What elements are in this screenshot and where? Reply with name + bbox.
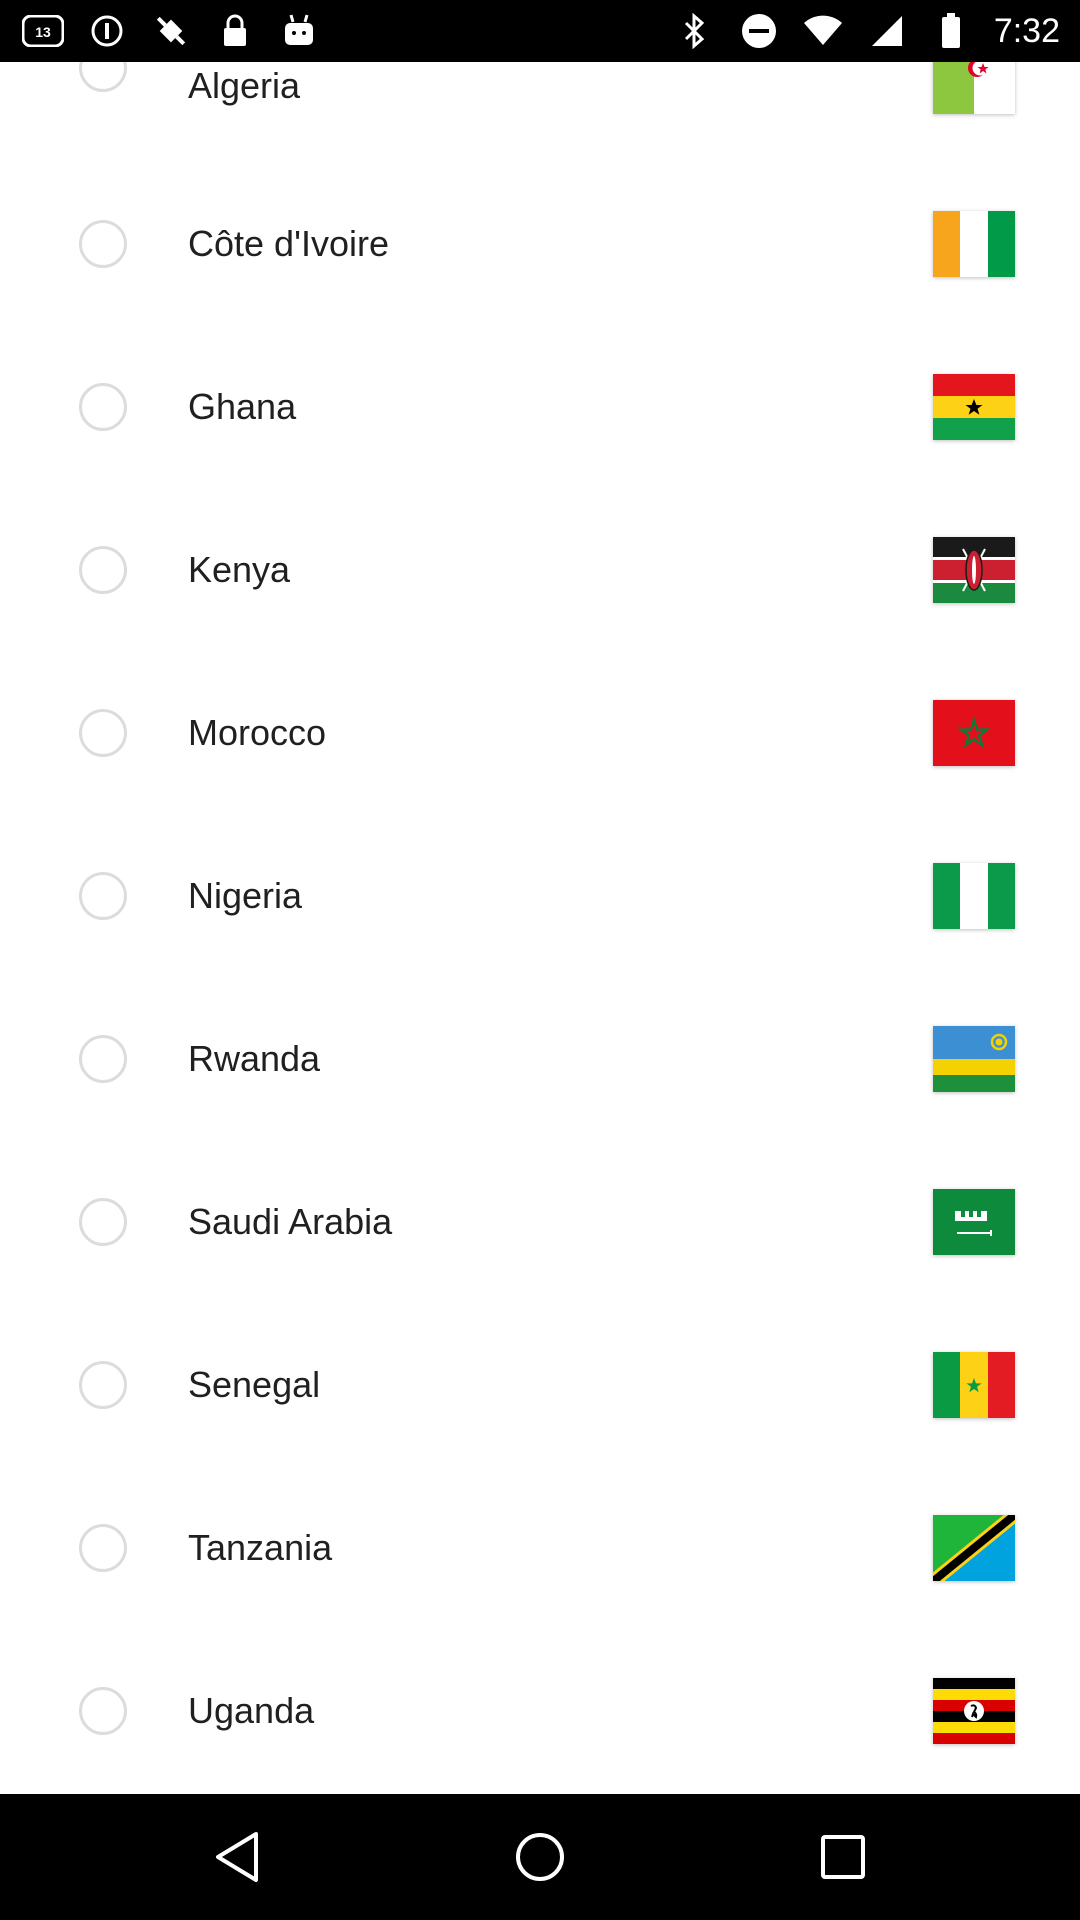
country-row-ghana[interactable]: Ghana: [0, 326, 1080, 489]
battery-icon: [930, 10, 972, 52]
country-row-kenya[interactable]: Kenya: [0, 489, 1080, 652]
radio-button[interactable]: [79, 1035, 127, 1083]
country-name: Ghana: [188, 386, 297, 427]
lock-icon: [214, 10, 256, 52]
navigation-bar: [0, 1794, 1080, 1920]
radio-button[interactable]: [79, 1198, 127, 1246]
country-name: Nigeria: [188, 875, 303, 916]
radio-button[interactable]: [79, 1524, 127, 1572]
ghana-flag-icon: [933, 374, 1015, 440]
country-name: Morocco: [188, 712, 327, 753]
senegal-flag-icon: [933, 1352, 1015, 1418]
signal-icon: [866, 10, 908, 52]
back-icon[interactable]: [207, 1827, 267, 1887]
home-icon[interactable]: [510, 1827, 570, 1887]
morocco-flag-icon: [933, 700, 1015, 766]
country-name: Kenya: [188, 549, 291, 590]
radio-button[interactable]: [79, 546, 127, 594]
clock-time: 7:32: [993, 11, 1060, 50]
country-list: Algeria Côte d'Ivoire Ghana Kenya Morocc…: [0, 0, 1080, 1794]
country-row-uganda[interactable]: Uganda: [0, 1630, 1080, 1793]
country-name: Tanzania: [188, 1527, 333, 1568]
country-row-cote-divoire[interactable]: Côte d'Ivoire: [0, 163, 1080, 326]
abc13-icon: 13: [22, 10, 64, 52]
radio-button[interactable]: [79, 709, 127, 757]
svg-text:13: 13: [35, 24, 51, 40]
radio-button[interactable]: [79, 872, 127, 920]
country-row-tanzania[interactable]: Tanzania: [0, 1467, 1080, 1630]
recents-icon[interactable]: [813, 1827, 873, 1887]
uganda-flag-icon: [933, 1678, 1015, 1744]
country-row-morocco[interactable]: Morocco: [0, 652, 1080, 815]
country-row-rwanda[interactable]: Rwanda: [0, 978, 1080, 1141]
bluetooth-icon: [674, 10, 716, 52]
country-name: Saudi Arabia: [188, 1201, 393, 1242]
radio-button[interactable]: [79, 383, 127, 431]
country-name: Senegal: [188, 1364, 321, 1405]
fake-gps-icon: [150, 10, 192, 52]
country-name: Côte d'Ivoire: [188, 223, 389, 264]
country-name: Uganda: [188, 1690, 315, 1731]
nigeria-flag-icon: [933, 863, 1015, 929]
status-bar: 13 7:32: [0, 0, 1080, 62]
country-row-senegal[interactable]: Senegal: [0, 1304, 1080, 1467]
cote-divoire-flag-icon: [933, 211, 1015, 277]
country-row-saudi-arabia[interactable]: Saudi Arabia: [0, 1141, 1080, 1304]
kenya-flag-icon: [933, 537, 1015, 603]
rwanda-flag-icon: [933, 1026, 1015, 1092]
do-not-disturb-icon: [86, 10, 128, 52]
country-row-nigeria[interactable]: Nigeria: [0, 815, 1080, 978]
android-icon: [278, 10, 320, 52]
radio-button[interactable]: [79, 1361, 127, 1409]
minus-circle-icon: [738, 10, 780, 52]
country-name: Rwanda: [188, 1038, 321, 1079]
radio-button[interactable]: [79, 220, 127, 268]
country-name: Algeria: [188, 65, 301, 106]
wifi-icon: [802, 10, 844, 52]
saudi-arabia-flag-icon: [933, 1189, 1015, 1255]
tanzania-flag-icon: [933, 1515, 1015, 1581]
radio-button[interactable]: [79, 1687, 127, 1735]
